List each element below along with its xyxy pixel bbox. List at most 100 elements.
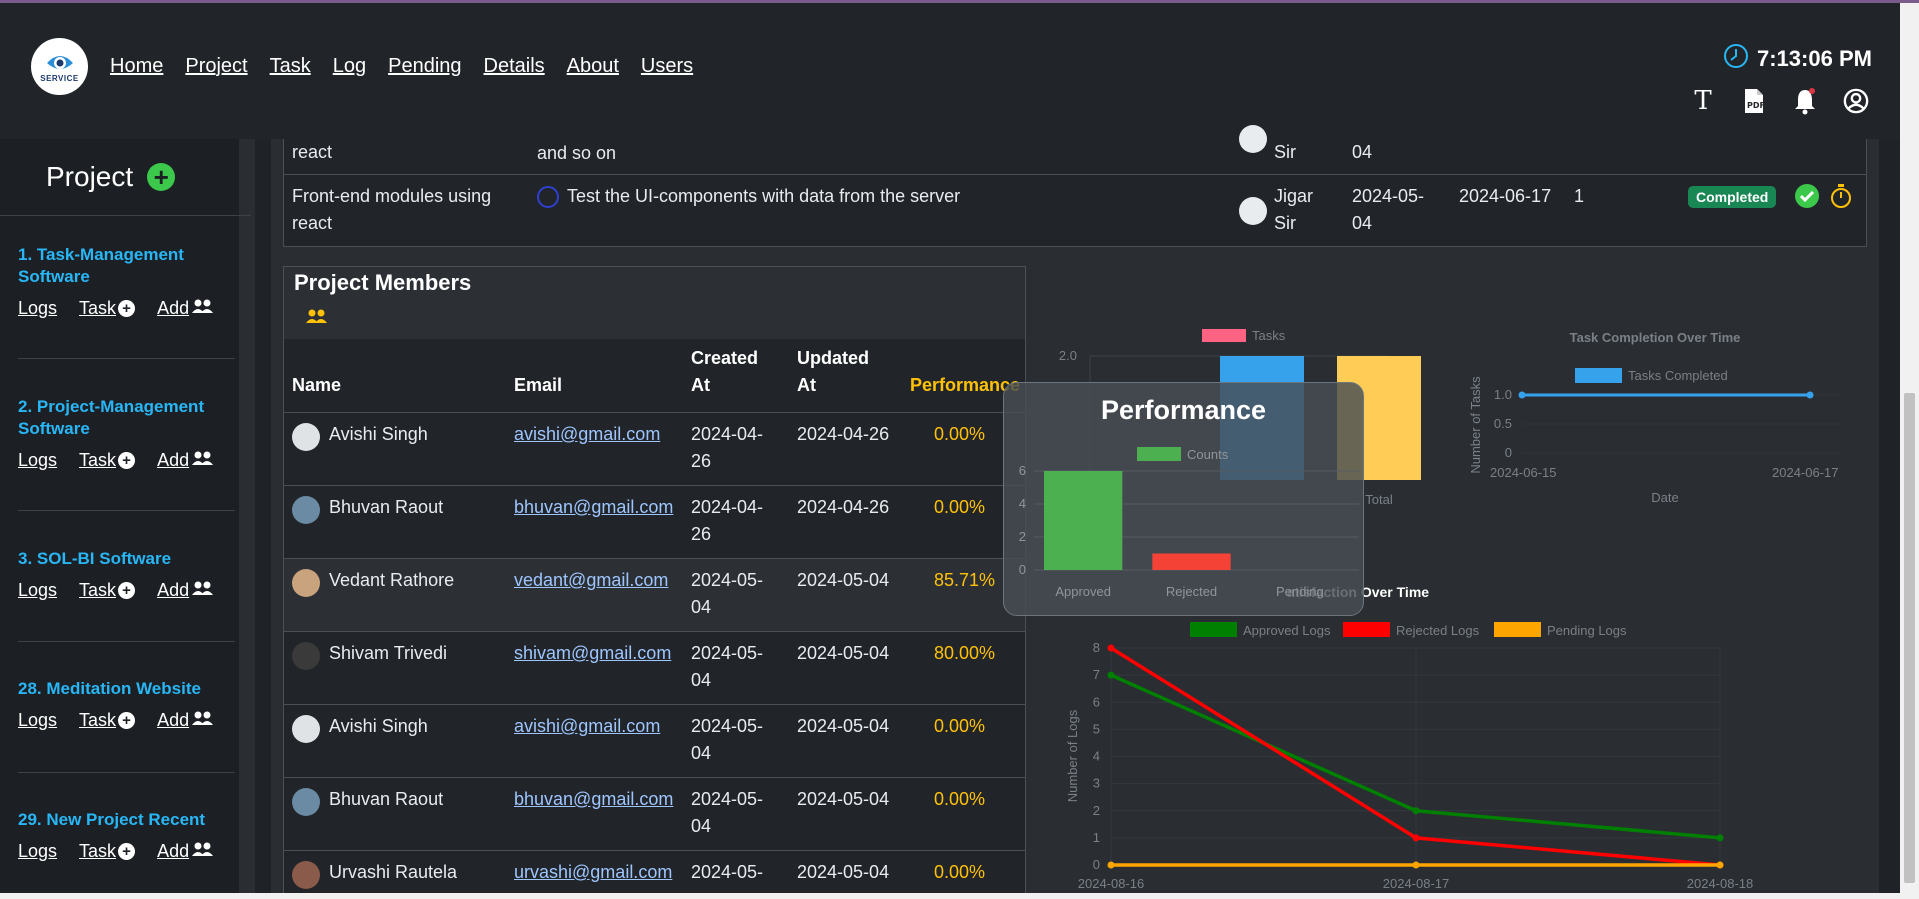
- project-logs-link[interactable]: Logs: [18, 710, 57, 731]
- project-task-link[interactable]: Task +: [79, 841, 136, 862]
- project-name[interactable]: 1. Task-Management Software: [18, 244, 238, 288]
- project-name[interactable]: 3. SOL-BI Software: [18, 548, 238, 570]
- member-email[interactable]: bhuvan@gmail.com: [514, 786, 673, 813]
- clock-time: 7:13:06 PM: [1757, 45, 1872, 71]
- user-circle-icon[interactable]: [1843, 87, 1869, 115]
- task-module: react: [292, 142, 333, 162]
- users-icon: [191, 580, 215, 601]
- project-name[interactable]: 28. Meditation Website: [18, 678, 238, 700]
- member-created: 2024-04- 26: [691, 421, 763, 475]
- project-name[interactable]: 2. Project-Management Software: [18, 396, 238, 440]
- project-add-link[interactable]: Add: [157, 298, 215, 319]
- users-icon[interactable]: [305, 308, 329, 329]
- data-point: [1806, 391, 1814, 399]
- assignee-line2: Sir: [1274, 213, 1296, 233]
- data-point: [1716, 861, 1724, 869]
- project-add-link[interactable]: Add: [157, 710, 215, 731]
- project-add-link[interactable]: Add: [157, 841, 215, 862]
- x-tick-label: 2024-08-16: [1078, 876, 1145, 891]
- nav-task[interactable]: Task: [270, 55, 311, 78]
- member-updated: 2024-05-04: [797, 570, 890, 590]
- stopwatch-icon[interactable]: [1829, 183, 1853, 214]
- member-name: Bhuvan Raout: [329, 497, 444, 517]
- project-add-link[interactable]: Add: [157, 450, 215, 471]
- member-email[interactable]: vedant@gmail.com: [514, 567, 668, 594]
- member-updated: 2024-04-26: [797, 497, 890, 517]
- project-logs-link[interactable]: Logs: [18, 298, 57, 319]
- member-name: Urvashi Rautela: [329, 862, 458, 882]
- data-point: [1107, 671, 1115, 679]
- task-module-line2: react: [292, 213, 333, 233]
- project-task-link[interactable]: Task +: [79, 450, 136, 471]
- legend-swatch: [1343, 622, 1390, 637]
- nav-about[interactable]: About: [567, 55, 619, 78]
- nav-pending[interactable]: Pending: [388, 55, 461, 78]
- member-created: 2024-04- 26: [691, 494, 763, 548]
- member-name: Shivam Trivedi: [329, 643, 448, 663]
- created-line1: 2024-04-: [691, 424, 764, 444]
- vertical-scrollbar[interactable]: [1900, 3, 1919, 899]
- created-line1: 2024-05-: [691, 643, 764, 663]
- x-tick-label: 2024-08-17: [1383, 876, 1450, 891]
- project-name[interactable]: 29. New Project Recent: [18, 809, 238, 831]
- member-email[interactable]: avishi@gmail.com: [514, 421, 660, 448]
- col-created-line1: Created: [691, 348, 759, 368]
- y-tick-label: 0: [1019, 562, 1026, 577]
- project-logs-link[interactable]: Logs: [18, 450, 57, 471]
- sidebar-title: Project +: [46, 161, 176, 193]
- status-badge: Completed: [1688, 186, 1777, 208]
- task-description-text: Test the UI-components with data from th…: [567, 186, 961, 206]
- task-start-date: 2024-05- 04: [1352, 183, 1424, 237]
- project-logs-link[interactable]: Logs: [18, 580, 57, 601]
- horizontal-scrollbar[interactable]: [0, 893, 1900, 899]
- nav-log[interactable]: Log: [333, 55, 366, 78]
- add-link-label: Add: [157, 450, 190, 470]
- created-line2: 04: [691, 670, 712, 690]
- pdf-icon[interactable]: PDF: [1741, 87, 1767, 115]
- member-email[interactable]: shivam@gmail.com: [514, 640, 671, 667]
- project-members-card: Project Members Name Email Created At Upd…: [283, 266, 1026, 896]
- member-email[interactable]: bhuvan@gmail.com: [514, 494, 673, 521]
- nav-details[interactable]: Details: [484, 55, 545, 78]
- task-end-date: 2024-06-17: [1459, 186, 1552, 206]
- nav-users[interactable]: Users: [641, 55, 693, 78]
- project-separator: [18, 641, 235, 642]
- plus-circle-icon: +: [118, 843, 136, 860]
- nav-project[interactable]: Project: [185, 55, 247, 78]
- bell-icon[interactable]: [1792, 87, 1818, 115]
- service-logo[interactable]: SERVICE: [31, 38, 88, 95]
- member-row: Vedant Rathore vedant@gmail.com 2024-05- 04…: [284, 559, 1025, 632]
- project-task-link[interactable]: Task +: [79, 298, 136, 319]
- status-circle-icon[interactable]: [537, 186, 559, 209]
- project-task-link[interactable]: Task +: [79, 580, 136, 601]
- member-updated: 2024-05-04: [797, 643, 890, 663]
- member-email[interactable]: urvashi@gmail.com: [514, 859, 672, 886]
- task-link-label: Task: [79, 580, 117, 600]
- member-avatar: [292, 861, 320, 889]
- x-tick-label: Total: [1365, 492, 1393, 507]
- member-email[interactable]: avishi@gmail.com: [514, 713, 660, 740]
- project-add-link[interactable]: Add: [157, 580, 215, 601]
- member-row: Avishi Singh avishi@gmail.com 2024-04- 26 20…: [284, 413, 1025, 486]
- task-completion-chart: Task Completion Over Time Tasks Completed…: [1468, 330, 1840, 505]
- member-name: Bhuvan Raout: [329, 789, 444, 809]
- x-axis-label: Date: [1651, 490, 1678, 505]
- satisfaction-chart: atisfaction Over TimeApproved LogsReject…: [1065, 584, 1753, 891]
- task-module: Front-end modules using react: [292, 183, 491, 237]
- text-icon[interactable]: T: [1690, 86, 1716, 116]
- nav-home[interactable]: Home: [110, 55, 163, 78]
- y-tick-label: 2: [1019, 529, 1026, 544]
- sidebar-divider: [0, 215, 251, 216]
- scrollbar-thumb[interactable]: [1904, 393, 1915, 883]
- users-icon: [191, 298, 215, 319]
- check-circle-icon[interactable]: [1794, 183, 1820, 214]
- y-tick-label: 3: [1093, 776, 1100, 791]
- y-axis-label: Number of Tasks: [1468, 376, 1483, 474]
- project-task-link[interactable]: Task +: [79, 710, 136, 731]
- add-project-icon[interactable]: +: [147, 163, 176, 191]
- add-link-label: Add: [157, 710, 190, 730]
- project-logs-link[interactable]: Logs: [18, 841, 57, 862]
- member-performance: 0.00%: [934, 789, 986, 809]
- y-tick-label: 1: [1093, 830, 1100, 845]
- created-line2: 26: [691, 451, 712, 471]
